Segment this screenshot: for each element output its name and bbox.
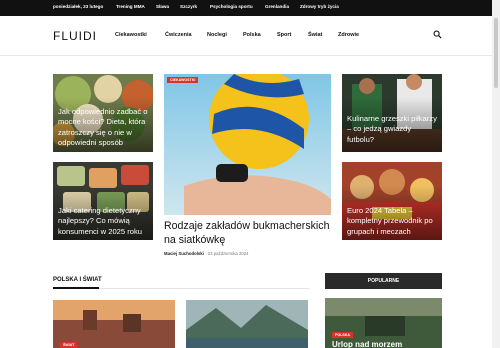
article-title[interactable]: Urlop nad morzem [332,340,436,348]
nav-item-noclegi[interactable]: Noclegi [207,32,227,38]
article-card-catering[interactable]: Jaki catering dietetyczny najlepszy? Co … [53,162,153,240]
category-badge[interactable]: ŚWIAT [60,342,78,348]
publish-date: 23 października 2024 [207,251,249,256]
category-badge[interactable]: CIEKAWOSTKI [167,77,199,83]
article-title[interactable]: Jak odpowiednio zadbać o mocne kości? Di… [58,107,150,148]
article-title[interactable]: Euro 2024 Tabela – kompletny przewodnik … [347,206,441,237]
article-card-mountains[interactable] [186,300,308,348]
current-date: poniedziałek, 23 lutego [53,4,104,9]
article-title[interactable]: Jaki catering dietetyczny najlepszy? Co … [58,206,152,237]
topbar-link-szczyrk[interactable]: Szczyrk [180,4,197,9]
nav-item-ciekawostki[interactable]: Ciekawostki [115,32,147,38]
topbar-link-zdrowy-tryb-zycia[interactable]: Zdrowy tryb życia [300,4,339,9]
site-logo[interactable]: FLUIDI [53,29,97,43]
nav-item-cwiczenia[interactable]: Ćwiczenia [165,32,192,38]
nav-item-swiat[interactable]: Świat [308,32,322,38]
topbar-link-slawa[interactable]: Sława [156,4,169,9]
popular-article-card[interactable]: POLSKA Urlop nad morzem [325,298,442,348]
popular-section-header: POPULARNE [325,273,442,289]
topbar-link-trening-mma[interactable]: Trening MMA [116,4,145,9]
section-underline [53,287,99,289]
article-image-mountain-lake [186,300,308,348]
featured-article-image[interactable]: CIEKAWOSTKI [164,74,331,215]
article-image-town-sunset [53,300,175,348]
article-card-town[interactable]: ŚWIAT [53,300,175,348]
top-bar: poniedziałek, 23 lutego Trening MMA Sław… [0,0,500,16]
popular-section-title[interactable]: POPULARNE [325,278,442,284]
scrollbar-thumb[interactable] [494,18,498,88]
topbar-link-grenlandia[interactable]: Grenlandia [265,4,289,9]
search-icon[interactable] [433,30,442,39]
nav-item-zdrowie[interactable]: Zdrowie [338,32,359,38]
nav-item-polska[interactable]: Polska [243,32,261,38]
author-name[interactable]: Maciej Suchodolski [164,251,204,256]
category-badge[interactable]: POLSKA [332,332,353,338]
site-header: FLUIDI Ciekawostki Ćwiczenia Noclegi Pol… [0,16,500,56]
article-title[interactable]: Kulinarne grzeszki piłkarzy – co jedzą g… [347,114,439,145]
nav-item-sport[interactable]: Sport [277,32,291,38]
article-card-kulinarne-grzeszki[interactable]: Kulinarne grzeszki piłkarzy – co jedzą g… [342,74,442,152]
volleyball-image [164,74,331,215]
section-title-polska-swiat[interactable]: POLSKA I ŚWIAT [53,277,102,283]
article-card-mocne-kosci[interactable]: Jak odpowiednio zadbać o mocne kości? Di… [53,74,153,152]
featured-article-title[interactable]: Rodzaje zakładów bukmacherskich na siatk… [164,219,332,248]
article-card-euro-2024[interactable]: Euro 2024 Tabela – kompletny przewodnik … [342,162,442,240]
article-meta: Maciej Suchodolski · 23 października 202… [164,251,249,256]
topbar-link-psychologia-sportu[interactable]: Psychologia sportu [210,4,253,9]
